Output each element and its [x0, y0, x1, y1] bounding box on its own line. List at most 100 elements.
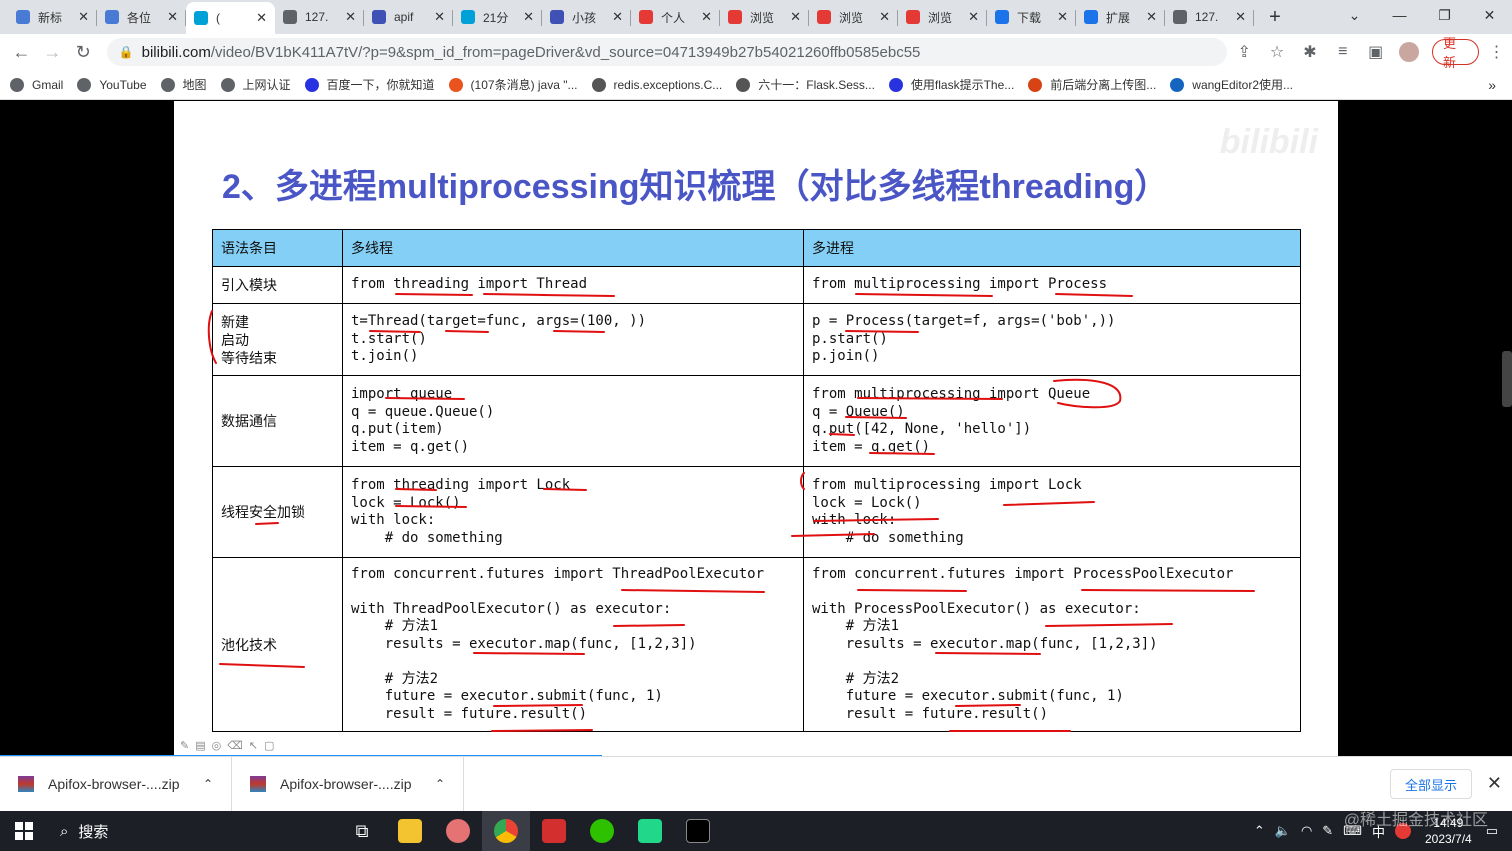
browser-tab[interactable]: apif ✕ [364, 2, 453, 32]
tab-close-icon[interactable]: ✕ [879, 9, 890, 25]
chevron-up-icon[interactable]: ⌃ [435, 777, 445, 791]
browser-tab[interactable]: 下载 ✕ [987, 2, 1076, 32]
download-item[interactable]: Apifox-browser-....zip ⌃ [0, 756, 232, 812]
browser-tab[interactable]: 浏览 ✕ [809, 2, 898, 32]
bookmark-star-icon[interactable]: ☆ [1262, 36, 1293, 68]
terminal-icon[interactable] [674, 811, 722, 851]
file-explorer-icon[interactable] [386, 811, 434, 851]
minimize-button[interactable]: — [1377, 0, 1422, 30]
pycharm-icon[interactable] [626, 811, 674, 851]
item-label: 数据通信 [221, 413, 277, 429]
tab-close-icon[interactable]: ✕ [434, 9, 445, 25]
browser-tab[interactable]: 浏览 ✕ [898, 2, 987, 32]
wechat-icon[interactable] [578, 811, 626, 851]
network-icon[interactable]: ◠ [1301, 823, 1312, 839]
eraser-icon[interactable]: ⌫ [227, 739, 243, 752]
new-tab-button[interactable]: + [1260, 2, 1290, 32]
profile-avatar[interactable] [1393, 36, 1424, 68]
browser-tab[interactable]: 小孩 ✕ [542, 2, 631, 32]
comment-icon[interactable]: ▢ [264, 739, 274, 752]
browser-tab[interactable]: 127. ✕ [1165, 2, 1254, 32]
comparison-table: 语法条目 多线程 多进程 引入模块 from threading import T… [212, 229, 1301, 732]
address-bar[interactable]: 🔒 bilibili.com/video/BV1bK411A7tV/?p=9&s… [106, 38, 1227, 66]
app-icon[interactable] [434, 811, 482, 851]
tab-title: ( [216, 11, 220, 25]
bookmark-item[interactable]: 上网认证 [220, 76, 291, 93]
bookmark-item[interactable]: Gmail [10, 76, 63, 93]
tab-close-icon[interactable]: ✕ [167, 9, 178, 25]
tab-close-icon[interactable]: ✕ [345, 9, 356, 25]
bookmark-item[interactable]: (107条消息) java "... [448, 76, 578, 93]
back-button[interactable]: ← [6, 36, 37, 68]
chevron-up-icon[interactable]: ⌃ [203, 777, 213, 791]
wps-icon[interactable] [530, 811, 578, 851]
cursor-icon[interactable]: ↖ [249, 739, 258, 752]
more-bookmarks-button[interactable]: » [1488, 77, 1496, 93]
tab-close-icon[interactable]: ✕ [78, 9, 89, 25]
bookmark-item[interactable]: YouTube [77, 76, 147, 93]
taskbar-search[interactable]: ⌕ 搜索 [48, 821, 338, 842]
windows-start-button[interactable] [0, 811, 48, 851]
browser-tab[interactable]: (✕ [186, 2, 275, 34]
tab-close-icon[interactable]: ✕ [523, 9, 534, 25]
tray-chevron-icon[interactable]: ⌃ [1254, 823, 1265, 839]
thread-code-cell: from threading import Lock lock = Lock()… [342, 466, 804, 558]
close-window-button[interactable]: ✕ [1467, 0, 1512, 30]
pen-icon[interactable]: ✎ [180, 739, 189, 752]
chrome-icon[interactable] [482, 811, 530, 851]
tab-title: 127. [1195, 10, 1219, 24]
tab-close-icon[interactable]: ✕ [1057, 9, 1068, 25]
bookmark-item[interactable]: 百度一下，你就知道 [304, 76, 435, 93]
volume-icon[interactable]: 🔈 [1275, 823, 1291, 839]
extensions-icon[interactable]: ✱ [1294, 36, 1325, 68]
task-view-icon[interactable]: ⧉ [338, 811, 386, 851]
bookmark-item[interactable]: 地图 [160, 76, 207, 93]
forward-button[interactable]: → [37, 36, 68, 68]
tab-close-icon[interactable]: ✕ [701, 9, 712, 25]
table-row: 新建 启动 等待结束 t=Thread(target=func, args=(10… [212, 303, 1301, 376]
tab-search-icon[interactable]: ⌄ [1332, 0, 1377, 30]
bookmark-item[interactable]: wangEditor2使用... [1170, 76, 1293, 93]
show-all-button[interactable]: 全部显示 [1389, 769, 1472, 799]
close-downloads-icon[interactable]: ✕ [1487, 773, 1502, 794]
tab-title: 127. [305, 10, 329, 24]
scroll-handle[interactable] [1502, 351, 1512, 407]
bookmark-favicon-icon [591, 77, 606, 92]
pen-tray-icon[interactable]: ✎ [1322, 823, 1333, 839]
tab-close-icon[interactable]: ✕ [968, 9, 979, 25]
browser-tab[interactable]: 各位 ✕ [97, 2, 186, 32]
browser-tab[interactable]: 个人 ✕ [631, 2, 720, 32]
thread-code-cell: import queue q = queue.Queue() q.put(ite… [342, 375, 804, 467]
tab-close-icon[interactable]: ✕ [1146, 9, 1157, 25]
browser-tab[interactable]: 127. ✕ [275, 2, 364, 32]
share-icon[interactable]: ⇪ [1229, 36, 1260, 68]
tab-close-icon[interactable]: ✕ [612, 9, 623, 25]
menu-icon[interactable]: ⋮ [1481, 36, 1512, 68]
reload-button[interactable]: ↻ [68, 36, 99, 68]
browser-tab[interactable]: 新标 ✕ [8, 2, 97, 32]
browser-tab[interactable]: 扩展 ✕ [1076, 2, 1165, 32]
browser-tab[interactable]: 21分 ✕ [453, 2, 542, 32]
download-item[interactable]: Apifox-browser-....zip ⌃ [232, 756, 464, 812]
browser-tab[interactable]: 浏览 ✕ [720, 2, 809, 32]
video-player[interactable]: bilibili 2、多进程multiprocessing知识梳理（对比多线程t… [0, 101, 1512, 757]
palette-icon[interactable]: ◎ [212, 739, 222, 752]
restore-button[interactable]: ❐ [1422, 0, 1467, 30]
process-code: p = Process(target=f, args=('bob',)) p.s… [812, 313, 1116, 365]
screen-icon[interactable]: ▤ [195, 739, 205, 752]
tab-favicon-icon [1084, 10, 1098, 24]
bookmark-label: 前后端分离上传图... [1050, 78, 1157, 92]
bookmark-item[interactable]: 前后端分离上传图... [1028, 76, 1156, 93]
bookmark-item[interactable]: redis.exceptions.C... [591, 76, 722, 93]
side-panel-icon[interactable]: ▣ [1360, 36, 1391, 68]
update-button[interactable]: 更新 [1432, 36, 1480, 70]
bookmark-item[interactable]: 六十一：Flask.Sess... [736, 76, 875, 93]
tab-close-icon[interactable]: ✕ [790, 9, 801, 25]
tab-close-icon[interactable]: ✕ [1235, 9, 1246, 25]
tab-favicon-icon [906, 10, 920, 24]
tab-close-icon[interactable]: ✕ [256, 10, 267, 26]
table-header-row: 语法条目 多线程 多进程 [212, 229, 1301, 267]
reading-list-icon[interactable]: ≡ [1327, 36, 1358, 68]
tab-title: apif [394, 10, 414, 24]
bookmark-item[interactable]: 使用flask提示The... [888, 76, 1014, 93]
